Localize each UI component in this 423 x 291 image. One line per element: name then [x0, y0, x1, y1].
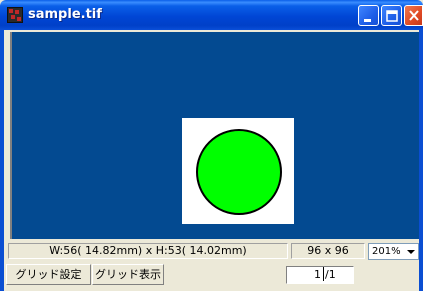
window-border-right: [419, 30, 423, 291]
zoom-dropdown-button[interactable]: [404, 244, 418, 259]
minimize-button[interactable]: [358, 5, 379, 26]
current-page: 1: [314, 268, 321, 281]
zoom-value: 201%: [372, 246, 401, 257]
canvas-background[interactable]: [10, 32, 419, 239]
close-button[interactable]: [404, 5, 423, 26]
minimize-icon: [364, 19, 371, 22]
window-title: sample.tif: [28, 7, 102, 22]
zoom-select[interactable]: 201%: [368, 243, 419, 260]
maximize-button[interactable]: [381, 5, 402, 26]
maximize-icon: [386, 10, 398, 22]
page-separator: [323, 267, 324, 281]
grid-settings-button[interactable]: グリッド設定: [6, 264, 91, 285]
status-bar: W:56( 14.82mm) x H:53( 14.02mm) 96 x 96 …: [4, 242, 419, 260]
chevron-down-icon: [407, 250, 415, 254]
image-preview: [196, 129, 282, 215]
title-bar[interactable]: sample.tif: [0, 0, 423, 30]
grid-display-button[interactable]: グリッド表示: [92, 264, 164, 285]
app-window: sample.tif W:56(14.82mm) x H:53(14.02m…: [0, 0, 423, 291]
resolution-readout: 96 x 96: [291, 243, 365, 259]
app-icon[interactable]: [7, 7, 23, 23]
total-pages: /1: [325, 268, 336, 281]
image-tile[interactable]: [182, 118, 294, 224]
image-viewport[interactable]: [4, 30, 419, 241]
green-circle: [196, 129, 282, 215]
page-indicator[interactable]: 1 /1: [286, 266, 354, 284]
dimensions-readout: W:56( 14.82mm) x H:53( 14.02mm): [8, 243, 288, 259]
toolbar-row: グリッド設定 グリッド表示 1 /1: [4, 261, 419, 291]
close-icon: [409, 10, 419, 21]
